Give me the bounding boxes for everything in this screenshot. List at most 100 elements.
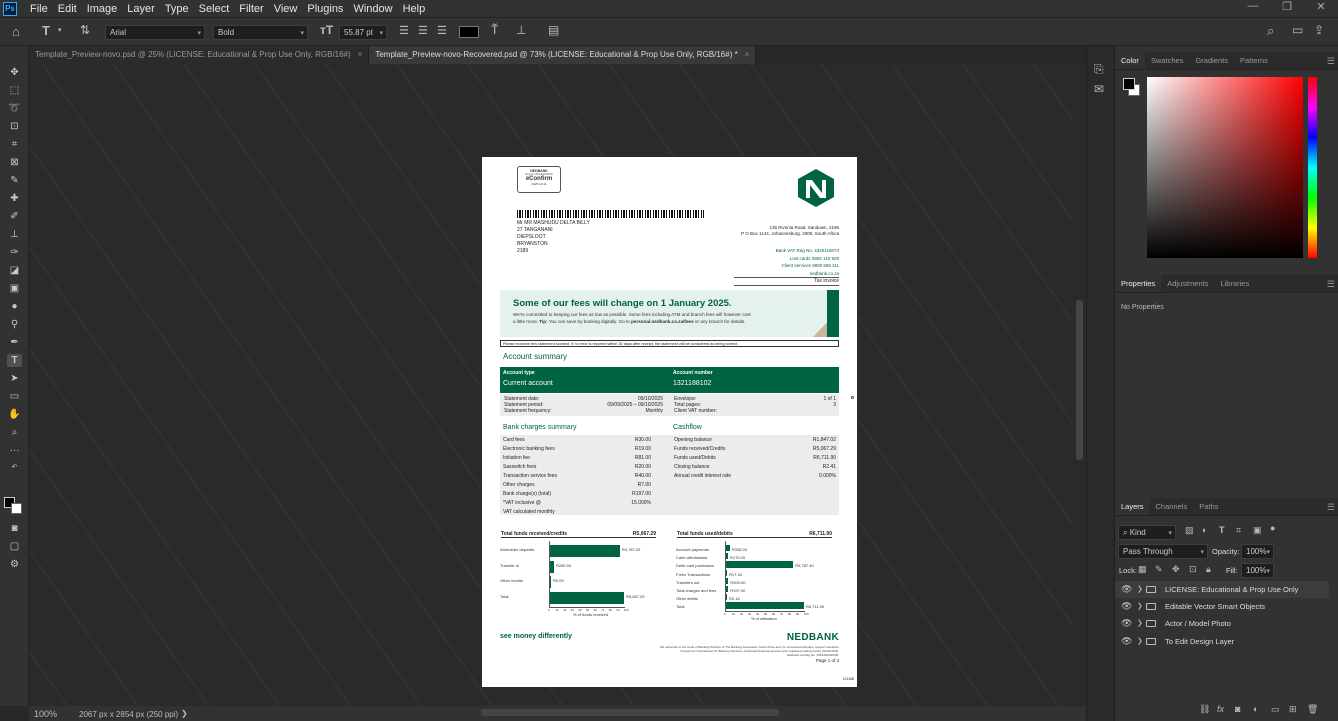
3d-text-icon[interactable]: ⊥	[516, 23, 526, 37]
toggle-orientation-icon[interactable]: ⇅	[80, 23, 90, 37]
share-icon[interactable]: ⇪	[1314, 23, 1324, 37]
new-group-icon[interactable]: ▭	[1271, 704, 1280, 715]
menu-window[interactable]: Window	[348, 3, 397, 15]
eye-icon[interactable]: 👁︎	[1121, 581, 1132, 598]
brush-tool-icon[interactable]: ✐	[7, 210, 22, 223]
swap-colors-icon[interactable]: ↶	[7, 461, 22, 474]
eraser-tool-icon[interactable]: ◪	[7, 264, 22, 277]
edit-toolbar-icon[interactable]: ⚙	[7, 558, 22, 571]
more-tools-icon[interactable]: ···	[7, 444, 22, 457]
close-tab-icon[interactable]: ×	[745, 50, 750, 59]
adjustment-layer-icon[interactable]: ◐	[1253, 704, 1258, 714]
frame-tool-icon[interactable]: ⊠	[7, 156, 22, 169]
menu-file[interactable]: File	[25, 3, 53, 15]
lasso-tool-icon[interactable]: ➰	[7, 102, 22, 115]
history-brush-tool-icon[interactable]: ✑	[7, 246, 22, 259]
character-panel-icon[interactable]: ▤	[548, 23, 559, 37]
home-icon[interactable]: ⌂	[12, 24, 20, 39]
horizontal-scrollbar-thumb[interactable]	[481, 709, 779, 716]
filter-type-icon[interactable]: T	[1219, 525, 1225, 535]
zoom-level[interactable]: 100%	[34, 709, 57, 719]
tab-adjustments[interactable]: Adjustments	[1161, 275, 1214, 292]
tab-paths[interactable]: Paths	[1193, 498, 1224, 515]
text-color-swatch[interactable]	[459, 26, 479, 38]
chevron-down-icon[interactable]: ❯	[1137, 598, 1143, 615]
trash-icon[interactable]: 🗑︎	[1307, 704, 1318, 715]
blur-tool-icon[interactable]: ●	[7, 300, 22, 313]
fees-link[interactable]: personal.nedbank.co.za/fees	[631, 319, 694, 324]
gradient-tool-icon[interactable]: ▣	[7, 282, 22, 295]
chevron-down-icon[interactable]: ❯	[1137, 615, 1143, 632]
opacity-field[interactable]: 100% ▾	[1241, 544, 1274, 559]
quick-mask-icon[interactable]: ◙	[7, 522, 22, 535]
filter-toggle-icon[interactable]: ●	[1270, 523, 1275, 533]
tab-swatches[interactable]: Swatches	[1145, 52, 1190, 69]
layer-row[interactable]: 👁︎ ❯ To Edit Design Layer	[1115, 633, 1329, 650]
panel-menu-icon[interactable]: ☰	[1327, 498, 1335, 516]
filter-smart-object-icon[interactable]: ▣	[1253, 525, 1262, 536]
font-family-select[interactable]: Arial ▾	[105, 25, 205, 40]
marquee-tool-icon[interactable]: ⬚	[7, 84, 22, 97]
menu-select[interactable]: Select	[194, 3, 235, 15]
tab-layers[interactable]: Layers	[1115, 498, 1150, 515]
eye-icon[interactable]: 👁︎	[1121, 598, 1132, 615]
tab-template-preview[interactable]: Template_Preview-novo.psd @ 25% (LICENSE…	[29, 46, 370, 64]
search-icon[interactable]: ⌕	[1267, 23, 1274, 39]
rectangle-tool-icon[interactable]: ▭	[7, 390, 22, 403]
font-size-select[interactable]: 55.87 pt ▾	[339, 25, 387, 40]
warp-text-icon[interactable]: T̃	[491, 23, 498, 37]
type-tool-icon[interactable]: T	[42, 23, 50, 38]
lock-all-icon[interactable]: 🔒︎	[1206, 564, 1211, 575]
eye-icon[interactable]: 👁︎	[1121, 615, 1132, 632]
layer-row[interactable]: 👁︎ ❯ Actor / Model Photo	[1115, 615, 1329, 632]
vertical-scrollbar-thumb[interactable]	[1076, 300, 1083, 460]
object-select-tool-icon[interactable]: ⊡	[7, 120, 22, 133]
clone-stamp-tool-icon[interactable]: ⊥	[7, 228, 22, 241]
history-panel-icon[interactable]: ⎘	[1094, 62, 1104, 77]
menu-help[interactable]: Help	[398, 3, 431, 15]
background-color-swatch[interactable]	[11, 503, 22, 514]
menu-plugins[interactable]: Plugins	[302, 3, 348, 15]
tool-preset-chevron-icon[interactable]: ▾	[58, 26, 62, 34]
status-menu-arrow-icon[interactable]: ❯	[181, 709, 188, 718]
fill-field[interactable]: 100% ▾	[1241, 563, 1274, 578]
lock-position-icon[interactable]: ✥	[1172, 564, 1180, 575]
link-layers-icon[interactable]: ⛓	[1199, 704, 1210, 715]
close-window-icon[interactable]: ✕	[1304, 0, 1338, 14]
move-tool-icon[interactable]: ✥	[7, 66, 22, 79]
color-foreground-swatch[interactable]	[1123, 78, 1135, 90]
screen-mode-icon[interactable]: ▢	[7, 540, 22, 553]
eyedropper-tool-icon[interactable]: ✎	[7, 174, 22, 187]
dodge-tool-icon[interactable]: ⚲	[7, 318, 22, 331]
lock-artboard-icon[interactable]: ⊡	[1189, 564, 1197, 575]
layer-row[interactable]: 👁︎ ❯ LICENSE: Educational & Prop Use Only	[1115, 581, 1329, 598]
tab-properties[interactable]: Properties	[1115, 275, 1162, 292]
tab-libraries[interactable]: Libraries	[1214, 275, 1255, 292]
menu-filter[interactable]: Filter	[234, 3, 268, 15]
type-tool-icon[interactable]: T	[7, 354, 22, 367]
color-picker-field[interactable]	[1147, 77, 1303, 258]
new-layer-icon[interactable]: ⊞	[1289, 704, 1297, 715]
hand-tool-icon[interactable]: ✋	[7, 408, 22, 421]
zoom-tool-icon[interactable]: ⌕	[7, 426, 22, 439]
menu-edit[interactable]: Edit	[53, 3, 82, 15]
font-style-select[interactable]: Bold ▾	[213, 25, 308, 40]
tab-patterns[interactable]: Patterns	[1234, 52, 1274, 69]
layer-kind-filter[interactable]: ⌕ Kind ▾	[1118, 525, 1176, 540]
lock-pixels-icon[interactable]: ✎	[1155, 564, 1163, 575]
layer-row[interactable]: 👁︎ ❯ Editable Vector Smart Objects	[1115, 598, 1329, 615]
chevron-right-icon[interactable]: ❯	[1137, 581, 1143, 598]
align-center-icon[interactable]: ☰	[418, 24, 428, 37]
healing-brush-tool-icon[interactable]: ✚	[7, 192, 22, 205]
align-right-icon[interactable]: ☰	[437, 24, 447, 37]
pen-tool-icon[interactable]: ✒	[7, 336, 22, 349]
filter-pixel-icon[interactable]: ▨	[1185, 525, 1194, 536]
tab-color[interactable]: Color	[1115, 52, 1145, 69]
comments-panel-icon[interactable]: ✉	[1094, 82, 1104, 96]
tab-gradients[interactable]: Gradients	[1189, 52, 1234, 69]
bank-statement-document[interactable]: NEDBANK Reg No 1951/000009/06 eConfirm 2…	[482, 157, 857, 687]
workspace-icon[interactable]: ▭	[1292, 23, 1303, 37]
lock-transparent-icon[interactable]: ▦	[1138, 564, 1147, 575]
hue-slider[interactable]	[1308, 77, 1317, 258]
tab-channels[interactable]: Channels	[1150, 498, 1194, 515]
